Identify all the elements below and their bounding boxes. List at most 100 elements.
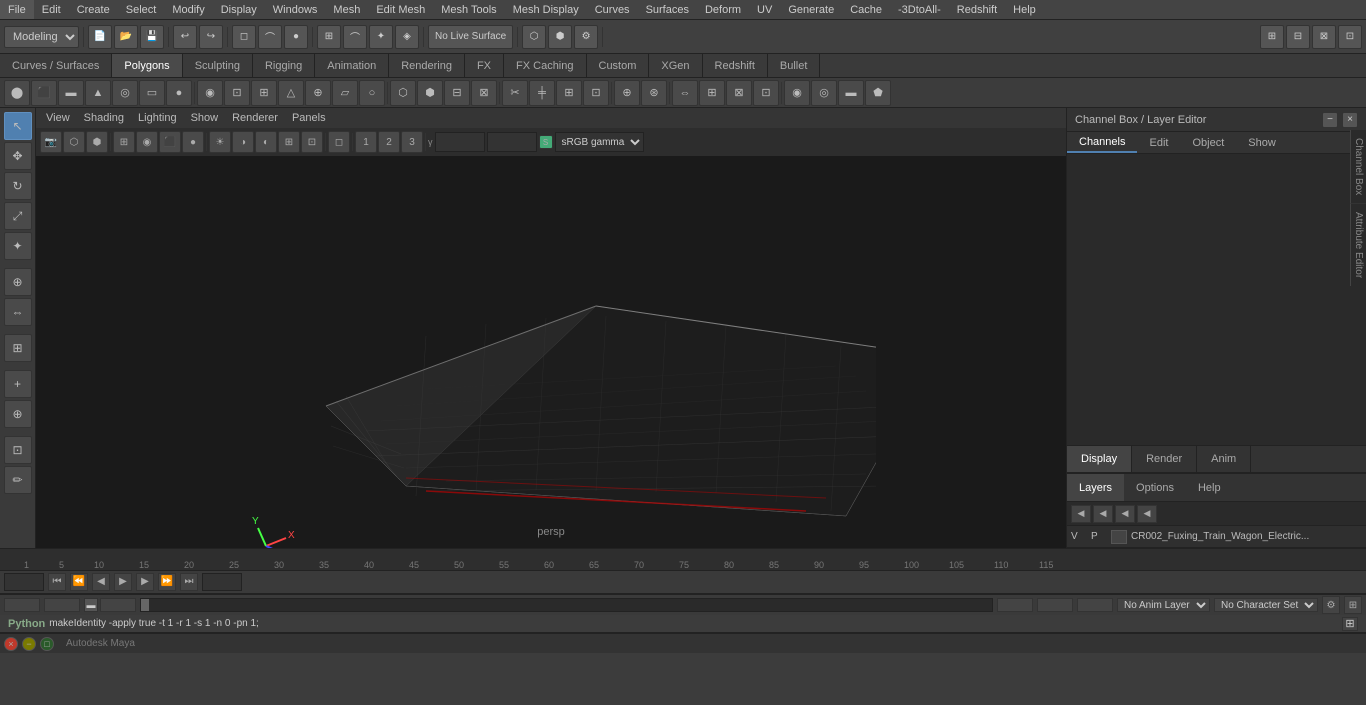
layer-name[interactable]: CR002_Fuxing_Train_Wagon_Electric... — [1131, 531, 1362, 542]
vp-film-btn[interactable]: ⬡ — [63, 131, 85, 153]
menu-edit-mesh[interactable]: Edit Mesh — [368, 0, 433, 19]
subdiv-torus-btn[interactable]: ⊕ — [305, 80, 331, 106]
vp-menu-view[interactable]: View — [40, 108, 76, 128]
menu-generate[interactable]: Generate — [780, 0, 842, 19]
ipr-btn[interactable]: ⬢ — [548, 25, 572, 49]
menu-edit[interactable]: Edit — [34, 0, 69, 19]
vp-point-btn[interactable]: ● — [182, 131, 204, 153]
menu-redshift[interactable]: Redshift — [949, 0, 1005, 19]
vp-grid-btn[interactable]: ⊞ — [278, 131, 300, 153]
vp-menu-shading[interactable]: Shading — [78, 108, 130, 128]
timeline-thumb[interactable] — [141, 599, 149, 611]
disp-tab-display[interactable]: Display — [1067, 446, 1132, 472]
offset-loop-btn[interactable]: ⊡ — [583, 80, 609, 106]
subdiv-plane-btn[interactable]: ▱ — [332, 80, 358, 106]
menu-file[interactable]: File — [0, 0, 34, 19]
disp-tab-render[interactable]: Render — [1132, 446, 1197, 472]
tab-sculpting[interactable]: Sculpting — [183, 54, 253, 77]
quad-draw-btn[interactable]: ⊕ — [614, 80, 640, 106]
tab-curves-surfaces[interactable]: Curves / Surfaces — [0, 54, 112, 77]
tab-rendering[interactable]: Rendering — [389, 54, 465, 77]
cb-tab-object[interactable]: Object — [1180, 132, 1236, 153]
layers-tab-layers[interactable]: Layers — [1067, 474, 1124, 501]
snap-grid-btn[interactable]: ⊞ — [317, 25, 341, 49]
menu-mesh[interactable]: Mesh — [325, 0, 368, 19]
current-frame-input[interactable]: 1 — [4, 573, 44, 591]
tab-custom[interactable]: Custom — [587, 54, 650, 77]
color-space-select[interactable]: sRGB gamma — [555, 132, 644, 152]
connect-btn[interactable]: ╪ — [529, 80, 555, 106]
merge-btn[interactable]: ⊠ — [471, 80, 497, 106]
select-tool-btn[interactable]: ↖ — [4, 112, 32, 140]
anim-extra-btn[interactable]: ⊞ — [1344, 596, 1362, 614]
tl-next-frame-btn[interactable]: ▶ — [136, 573, 154, 591]
no-anim-layer-select[interactable]: No Anim Layer — [1117, 598, 1210, 612]
bevel-btn[interactable]: ⬢ — [417, 80, 443, 106]
color-space-indicator[interactable]: S — [539, 135, 553, 149]
menu-create[interactable]: Create — [69, 0, 118, 19]
menu-display[interactable]: Display — [213, 0, 265, 19]
frame-field-2[interactable]: 1 — [44, 598, 80, 612]
add-plus-btn[interactable]: + — [4, 370, 32, 398]
subdiv-cone-btn[interactable]: △ — [278, 80, 304, 106]
tl-ffwd-btn[interactable]: ⏭ — [180, 573, 198, 591]
component-btn[interactable]: ⊡ — [4, 436, 32, 464]
vp-shadow-btn[interactable]: ◑ — [232, 131, 254, 153]
tab-polygons[interactable]: Polygons — [112, 54, 182, 77]
layer-p[interactable]: P — [1091, 531, 1107, 542]
vp-menu-show[interactable]: Show — [185, 108, 225, 128]
cb-minimize-btn[interactable]: − — [1322, 112, 1338, 128]
menu-uv[interactable]: UV — [749, 0, 780, 19]
vp-res-hi-btn[interactable]: 3 — [401, 131, 423, 153]
vp-light-btn[interactable]: ☀ — [209, 131, 231, 153]
menu-curves[interactable]: Curves — [587, 0, 638, 19]
cmd-expander-btn[interactable]: ⊞ — [1342, 617, 1358, 631]
soft-select-btn[interactable]: ⊕ — [4, 268, 32, 296]
vp-sel-mask-btn[interactable]: ◻ — [328, 131, 350, 153]
tab-xgen[interactable]: XGen — [649, 54, 702, 77]
cb-close-btn[interactable]: × — [1342, 112, 1358, 128]
mirror-btn[interactable]: ⇔ — [672, 80, 698, 106]
cb-tab-show[interactable]: Show — [1236, 132, 1288, 153]
subdiv-cyl-btn[interactable]: ⊞ — [251, 80, 277, 106]
snap-curve-btn[interactable]: ⌒ — [343, 25, 367, 49]
retopo-btn[interactable]: ◎ — [811, 80, 837, 106]
tl-play-btn[interactable]: ▶ — [114, 573, 132, 591]
vp-cam-btn[interactable]: 📷 — [40, 131, 62, 153]
anim-settings-btn[interactable]: ⚙ — [1322, 596, 1340, 614]
disp-tab-anim[interactable]: Anim — [1197, 446, 1251, 472]
extrude-btn[interactable]: ⬡ — [390, 80, 416, 106]
layout-btn-1[interactable]: ⊞ — [1260, 25, 1284, 49]
menu-mesh-display[interactable]: Mesh Display — [505, 0, 587, 19]
vp-hud-btn[interactable]: ⊡ — [301, 131, 323, 153]
torus-icon-btn[interactable]: ◎ — [112, 80, 138, 106]
reduce-btn[interactable]: ▬ — [838, 80, 864, 106]
open-btn[interactable]: 📂 — [114, 25, 138, 49]
menu-select[interactable]: Select — [118, 0, 165, 19]
tab-rigging[interactable]: Rigging — [253, 54, 315, 77]
no-live-surface-btn[interactable]: No Live Surface — [428, 25, 513, 49]
bool-btn[interactable]: ⊡ — [753, 80, 779, 106]
disc-icon-btn[interactable]: ● — [166, 80, 192, 106]
tab-animation[interactable]: Animation — [315, 54, 389, 77]
render-btn[interactable]: ⬡ — [522, 25, 546, 49]
select-btn[interactable]: ◻ — [232, 25, 256, 49]
vp-ao-btn[interactable]: ◐ — [255, 131, 277, 153]
frame-current[interactable]: 1 — [100, 598, 136, 612]
vp-smooth-btn[interactable]: ◉ — [136, 131, 158, 153]
layers-del-btn[interactable]: ◀ — [1115, 505, 1135, 523]
bridge-btn[interactable]: ⊟ — [444, 80, 470, 106]
smooth-btn[interactable]: ◉ — [784, 80, 810, 106]
layout-btn-2[interactable]: ⊟ — [1286, 25, 1310, 49]
layers-tab-options[interactable]: Options — [1124, 474, 1186, 501]
cone-icon-btn[interactable]: ▲ — [85, 80, 111, 106]
layers-new-btn[interactable]: ◀ — [1071, 505, 1091, 523]
combine-btn[interactable]: ⊞ — [699, 80, 725, 106]
vp-menu-panels[interactable]: Panels — [286, 108, 332, 128]
menu-3dtall[interactable]: -3DtoAll- — [890, 0, 949, 19]
layers-settings-btn[interactable]: ◀ — [1137, 505, 1157, 523]
tl-prev-frame-btn[interactable]: ◀ — [92, 573, 110, 591]
subdiv-disc-btn[interactable]: ○ — [359, 80, 385, 106]
new-scene-btn[interactable]: 📄 — [88, 25, 112, 49]
tab-fx-caching[interactable]: FX Caching — [504, 54, 586, 77]
